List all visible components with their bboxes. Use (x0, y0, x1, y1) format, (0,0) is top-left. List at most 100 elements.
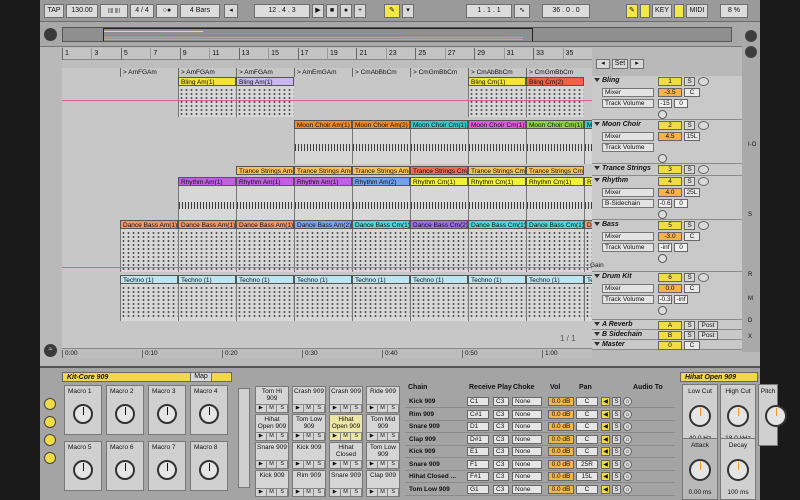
send-b-field[interactable]: 0 (674, 243, 688, 252)
pad-button[interactable]: S (388, 460, 400, 468)
fx-knob-icon[interactable] (727, 405, 749, 427)
choke-select[interactable]: None (512, 447, 542, 456)
chain-row[interactable]: Clap 909 D#1 C3 None 0.0 dB C ◀ S ⌂ (405, 434, 675, 446)
scene-marker[interactable]: > AmEmGAm (294, 68, 337, 77)
techno-clip-body[interactable] (178, 284, 236, 321)
moon-clip[interactable]: Moon Choir Cm(1) (410, 120, 468, 129)
arm-button[interactable] (698, 221, 709, 230)
choke-select[interactable]: None (512, 484, 542, 494)
fold-triangle-icon[interactable] (594, 178, 600, 182)
drum-pad[interactable]: Tom Hi 909 ▶ M S (255, 386, 289, 413)
solo-button[interactable]: S (684, 221, 695, 230)
rhythm-clip-body[interactable] (526, 186, 584, 223)
chain-solo[interactable]: S (612, 472, 621, 481)
bling-clip[interactable]: Bling Am(1) (178, 77, 236, 86)
chain-volume[interactable]: 0.0 dB (548, 422, 574, 431)
chain-row[interactable]: Rim 909 C#1 C3 None 0.0 dB C ◀ S ⌂ (405, 409, 675, 421)
pad-button[interactable]: ▶ (367, 432, 378, 440)
techno-clip-body[interactable] (352, 284, 410, 321)
track-header-a-reverb[interactable]: A Reverb A S Post (592, 320, 742, 330)
quantize-dropdown[interactable]: 4 Bars (180, 4, 220, 18)
techno-clip[interactable]: Techno (1) (410, 275, 468, 284)
keyboard-icon[interactable]: ▾ (402, 4, 414, 18)
bass-clip-body[interactable] (526, 229, 584, 272)
rhythm-clip-body[interactable] (584, 186, 592, 223)
techno-clip[interactable]: Techno (1) (584, 275, 592, 284)
receive-note[interactable]: G1 (467, 484, 489, 494)
chain-pan[interactable]: C (576, 409, 598, 419)
macro-4[interactable]: Macro 4 (190, 385, 228, 435)
overview-toggle-icon[interactable] (44, 28, 57, 41)
receive-note[interactable]: D1 (467, 422, 489, 431)
pad-button[interactable]: M (377, 460, 389, 468)
chain-pan[interactable]: C (576, 422, 598, 431)
fold-triangle-icon[interactable] (594, 332, 600, 336)
pad-button[interactable]: S (314, 432, 326, 440)
drum-pad[interactable]: Hihat Closed ▶ M S (329, 442, 363, 469)
drum-pad[interactable]: Hihat Open 909 ▶ M S (329, 414, 363, 441)
trance-clip[interactable]: Trance Strings Am(1) (352, 166, 410, 175)
pad-button[interactable]: ▶ (256, 488, 267, 496)
volume-field[interactable]: 4.5 (658, 132, 682, 141)
chain-pan[interactable]: C (576, 397, 598, 406)
chain-row[interactable]: Kick 909 E1 C3 None 0.0 dB C ◀ S ⌂ (405, 446, 675, 458)
device-chooser[interactable]: Mixer (602, 132, 654, 141)
techno-clip[interactable]: Techno (1) (526, 275, 584, 284)
arm-button[interactable] (698, 121, 709, 130)
rhythm-clip[interactable]: Rhythm Am(1) (294, 177, 352, 186)
macro-knob-icon[interactable] (115, 460, 135, 480)
macro-7[interactable]: Macro 7 (148, 441, 186, 491)
delay-icon[interactable]: D (748, 318, 752, 324)
macro-5[interactable]: Macro 5 (64, 441, 102, 491)
track-activator[interactable]: 3 (658, 165, 682, 174)
pad-button[interactable]: M (303, 432, 315, 440)
fx-knob-icon[interactable] (765, 405, 787, 427)
device-list-icon[interactable] (44, 452, 56, 464)
track-activator[interactable]: 2 (658, 121, 682, 130)
chain-volume[interactable]: 0.0 dB (548, 434, 574, 444)
follow-icon[interactable]: ◂ (224, 4, 238, 18)
pan-field[interactable]: C (684, 284, 700, 293)
parameter-chooser[interactable]: Track Volume (602, 143, 654, 152)
rhythm-clip[interactable]: Rhythm Cm(1) (410, 177, 468, 186)
crossfade-icon[interactable]: X (748, 334, 752, 340)
pad-button[interactable]: S (351, 488, 363, 496)
fx-param[interactable]: Decay 100 ms (720, 438, 756, 500)
bass-clip-body[interactable] (468, 229, 526, 272)
rhythm-clip[interactable]: Rhythm Cm(1) (526, 177, 584, 186)
pad-button[interactable]: ▶ (330, 460, 341, 468)
choke-select[interactable]: None (512, 434, 542, 444)
volume-field[interactable]: -3.0 (658, 232, 682, 241)
bling-clip-body[interactable] (236, 86, 294, 117)
chain-solo[interactable]: S (612, 484, 621, 494)
rhythm-clip-body[interactable] (236, 186, 294, 223)
track-activator[interactable]: 1 (658, 77, 682, 86)
choke-select[interactable]: None (512, 472, 542, 481)
track-activator[interactable]: A (658, 321, 682, 330)
pad-button[interactable]: M (266, 404, 278, 412)
bling-clip[interactable]: Bling Cm(2) (526, 77, 584, 86)
track-header-drum-kit[interactable]: Drum Kit 6 S Mixer Track Volume 0.0 C -0.3 -inf (592, 272, 742, 320)
arm-button[interactable] (698, 165, 709, 174)
scene-marker[interactable]: > AmFGAm (178, 68, 215, 77)
record-icon[interactable]: ● (340, 4, 352, 18)
drum-pad[interactable]: Snare 909 ▶ M S (255, 442, 289, 469)
pan-field[interactable]: 25L (684, 188, 700, 197)
scene-marker[interactable]: > CmAbBbCm (468, 68, 513, 77)
returns-icon[interactable]: R (748, 272, 752, 278)
time-ruler[interactable]: 0:00 0:10 0:20 0:30 0:40 0:50 1:00 (62, 348, 592, 358)
pad-button[interactable]: S (277, 404, 289, 412)
pad-button[interactable]: ▶ (293, 460, 304, 468)
moon-clip-body[interactable] (294, 129, 352, 164)
pad-button[interactable]: ▶ (293, 432, 304, 440)
pad-button[interactable]: M (303, 488, 315, 496)
moon-clip-body[interactable] (584, 129, 592, 164)
automation-knob[interactable] (658, 154, 667, 163)
techno-clip-body[interactable] (236, 284, 294, 321)
solo-button[interactable]: S (684, 273, 695, 282)
macro-8[interactable]: Macro 8 (190, 441, 228, 491)
chain-volume[interactable]: 0.0 dB (548, 484, 574, 494)
pad-button[interactable]: M (266, 460, 278, 468)
device-chooser[interactable]: Mixer (602, 232, 654, 241)
chain-pan[interactable]: C (576, 434, 598, 444)
